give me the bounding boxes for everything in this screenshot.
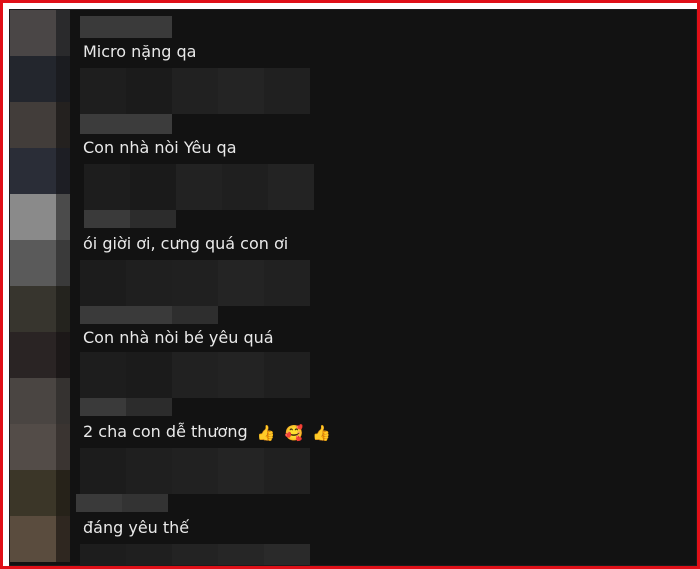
comment-text: 2 cha con dễ thương 👍 🥰 👍 (83, 422, 331, 443)
comment-text-label: 2 cha con dễ thương (83, 422, 248, 441)
avatar (10, 516, 56, 562)
comment-text: đáng yêu thế (83, 518, 190, 537)
avatar (10, 470, 56, 516)
comment-feed: Micro nặng qa Con nhà nòi Yêu qa ói giời… (9, 9, 697, 566)
reply-placeholder (80, 352, 126, 398)
thumbs-up-icon: 👍 (256, 424, 276, 442)
reply-placeholder (84, 164, 130, 210)
username-placeholder (80, 398, 126, 416)
avatar (10, 378, 56, 424)
avatar (10, 102, 56, 148)
comment-text: Micro nặng qa (83, 42, 197, 61)
avatar (10, 194, 56, 240)
screenshot-frame: Micro nặng qa Con nhà nòi Yêu qa ói giời… (0, 0, 700, 569)
username-placeholder (84, 210, 130, 228)
avatar (10, 56, 56, 102)
comment-text: ói giời ơi, cưng quá con ơi (83, 234, 289, 253)
avatar (10, 148, 56, 194)
username-placeholder (80, 16, 172, 38)
reply-placeholder (80, 448, 126, 494)
avatar (10, 286, 56, 332)
avatar (10, 240, 56, 286)
avatar (10, 332, 56, 378)
comment-text: Con nhà nòi Yêu qa (83, 138, 237, 157)
avatar (10, 10, 56, 56)
avatar-strip (10, 10, 70, 565)
thumbs-up-icon: 👍 (312, 424, 331, 442)
reply-placeholder (80, 260, 126, 306)
reply-placeholder (80, 544, 126, 565)
comment-text: Con nhà nòi bé yêu quá (83, 328, 274, 347)
avatar (10, 424, 56, 470)
username-placeholder (80, 114, 172, 134)
smiling-face-hearts-icon: 🥰 (284, 424, 304, 442)
reply-placeholder (80, 68, 126, 114)
username-placeholder (76, 494, 122, 512)
username-placeholder (80, 306, 172, 324)
